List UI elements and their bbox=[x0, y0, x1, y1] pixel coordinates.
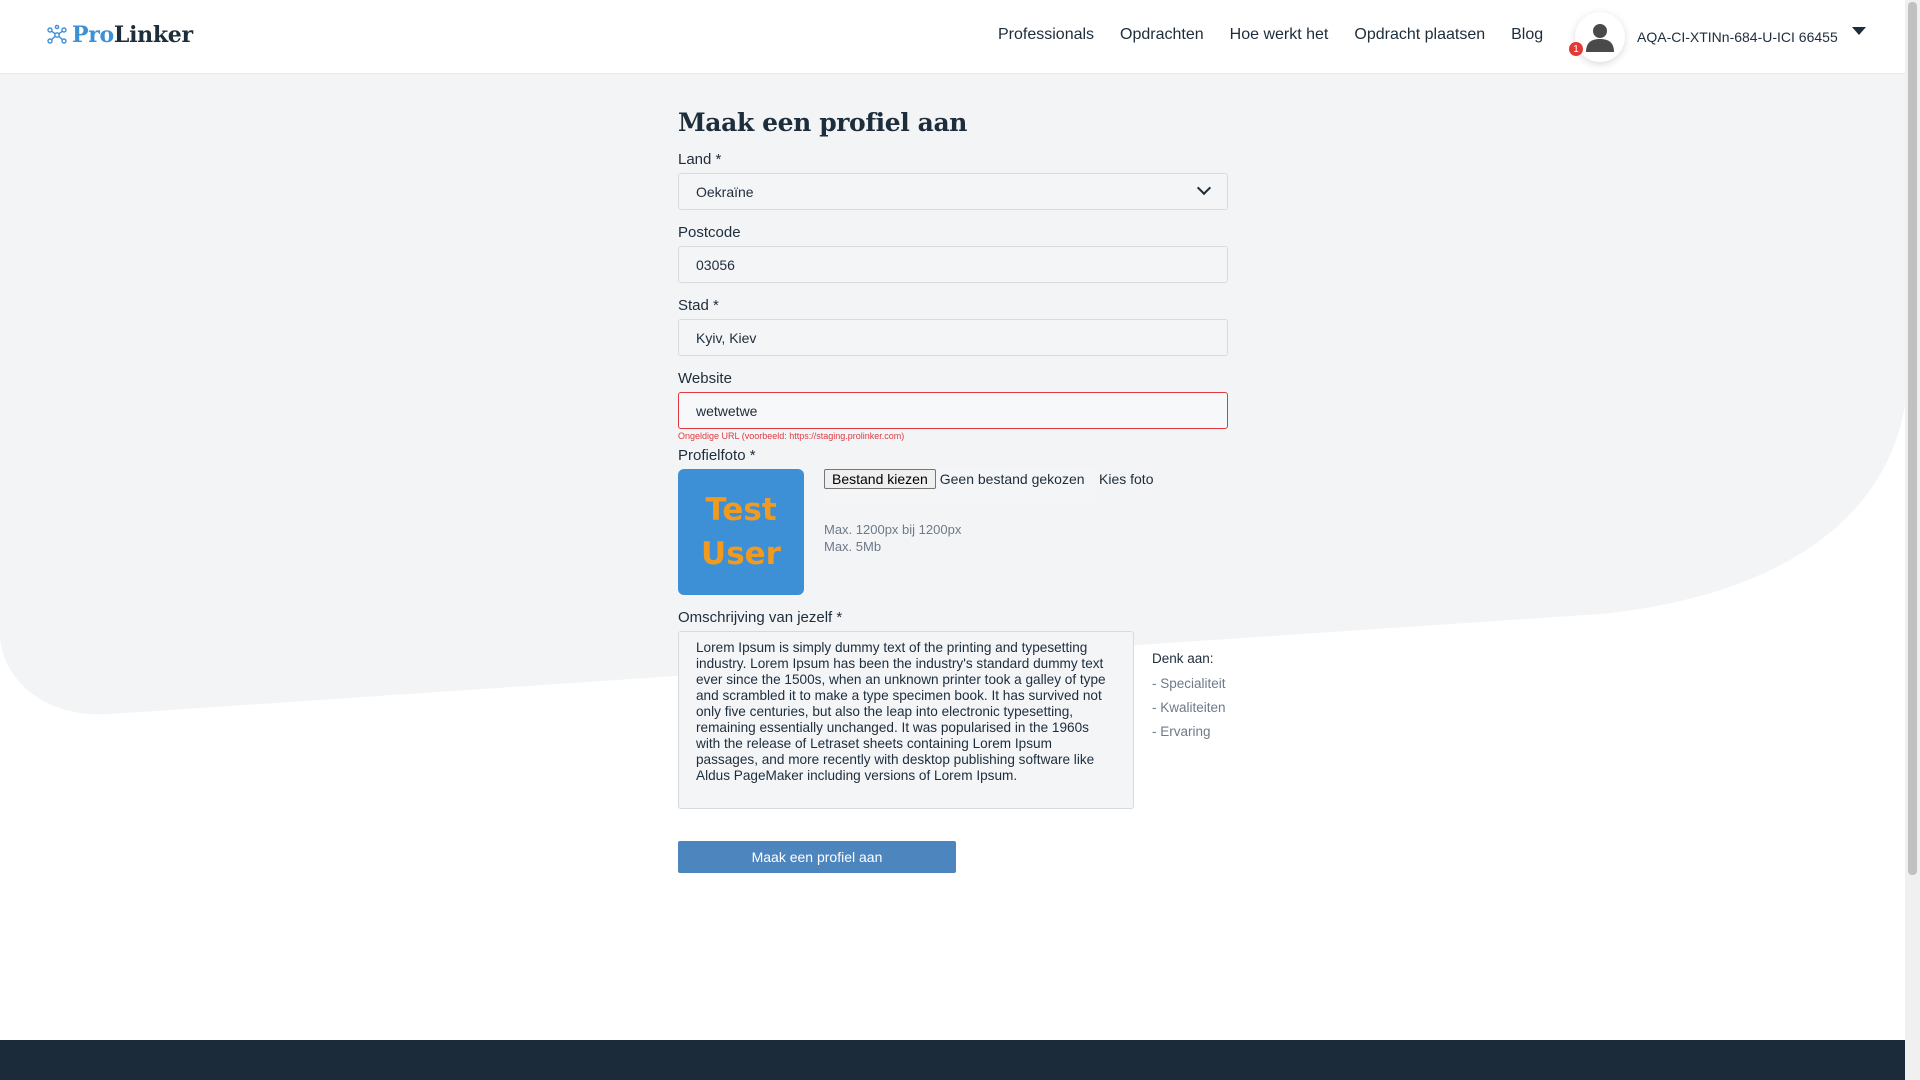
description-label: Omschrijving van jezelf * bbox=[678, 609, 843, 626]
country-group: Land * Oekraïne bbox=[678, 151, 1230, 210]
website-input[interactable]: wetwetwe bbox=[678, 392, 1228, 429]
choose-file-button[interactable]: Bestand kiezen bbox=[824, 469, 936, 489]
description-tips: Denk aan: - Specialiteit - Kwaliteiten -… bbox=[1152, 651, 1226, 744]
logo-linker-text: Linker bbox=[113, 22, 193, 48]
description-textarea[interactable]: Lorem Ipsum is simply dummy text of the … bbox=[678, 631, 1134, 809]
nav-opdrachten[interactable]: Opdrachten bbox=[1120, 26, 1204, 44]
nav-opdracht-plaatsen[interactable]: Opdracht plaatsen bbox=[1354, 26, 1485, 44]
tip-item: - Ervaring bbox=[1152, 724, 1211, 739]
photo-text-line1: Test bbox=[705, 492, 777, 528]
photo-hint-size: Max. 1200px bij 1200px bbox=[824, 522, 962, 537]
country-label: Land * bbox=[678, 151, 722, 168]
photo-group: Profielfoto * Test User Bestand kiezen G… bbox=[678, 447, 1230, 595]
tip-item: - Kwaliteiten bbox=[1152, 700, 1226, 715]
country-select[interactable]: Oekraïne bbox=[678, 173, 1228, 210]
photo-label: Profielfoto * bbox=[678, 447, 756, 464]
nav-blog[interactable]: Blog bbox=[1511, 26, 1543, 44]
no-file-chosen-text: Geen bestand gekozen bbox=[939, 471, 1085, 487]
website-group: Website wetwetwe Ongeldige URL (voorbeel… bbox=[678, 370, 1230, 441]
photo-text-line2: User bbox=[701, 536, 781, 572]
create-profile-form: Maak een profiel aan Land * Oekraïne Pos… bbox=[678, 108, 1230, 873]
postcode-group: Postcode 03056 bbox=[678, 224, 1230, 283]
logo-icon bbox=[47, 24, 67, 44]
description-group: Omschrijving van jezelf * Lorem Ipsum is… bbox=[678, 609, 1230, 809]
city-group: Stad * Kyiv, Kiev bbox=[678, 297, 1230, 356]
postcode-input[interactable]: 03056 bbox=[678, 246, 1228, 283]
nav-professionals[interactable]: Professionals bbox=[998, 26, 1094, 44]
caret-down-icon[interactable] bbox=[1851, 27, 1866, 35]
logo-pro-text: Pro bbox=[72, 22, 114, 48]
photo-hint-weight: Max. 5Mb bbox=[824, 539, 882, 554]
nav-hoe-werkt-het[interactable]: Hoe werkt het bbox=[1230, 26, 1329, 44]
country-value: Oekraïne bbox=[696, 183, 754, 200]
page-title: Maak een profiel aan bbox=[678, 108, 968, 137]
vertical-scrollbar[interactable] bbox=[1905, 0, 1920, 1080]
user-icon bbox=[1586, 24, 1614, 52]
website-value: wetwetwe bbox=[696, 402, 758, 419]
notification-badge: 1 bbox=[1569, 42, 1583, 56]
username[interactable]: AQA-CI-XTINn-684-U-ICI 66455 bbox=[1637, 29, 1838, 45]
user-menu[interactable]: 1 AQA-CI-XTINn-684-U-ICI 66455 bbox=[1569, 12, 1866, 62]
website-error-message: Ongeldige URL (voorbeeld: https://stagin… bbox=[678, 431, 905, 441]
main-nav: Professionals Opdrachten Hoe werkt het O… bbox=[998, 26, 1543, 44]
avatar[interactable]: 1 bbox=[1569, 12, 1625, 62]
chevron-down-icon bbox=[1196, 180, 1212, 196]
prolinker-logo[interactable]: ProLinker bbox=[46, 22, 193, 48]
scrollbar-thumb[interactable] bbox=[1908, 2, 1917, 875]
city-value: Kyiv, Kiev bbox=[696, 329, 757, 346]
postcode-value: 03056 bbox=[696, 256, 735, 273]
choose-photo-link[interactable]: Kies foto bbox=[1099, 471, 1153, 487]
tip-item: - Specialiteit bbox=[1152, 676, 1226, 691]
profile-photo-preview: Test User bbox=[678, 469, 804, 595]
city-input[interactable]: Kyiv, Kiev bbox=[678, 319, 1228, 356]
page-footer bbox=[0, 1040, 1905, 1080]
website-label: Website bbox=[678, 370, 732, 387]
postcode-label: Postcode bbox=[678, 224, 741, 241]
create-profile-button[interactable]: Maak een profiel aan bbox=[678, 841, 956, 873]
photo-hint: Max. 1200px bij 1200px Max. 5Mb bbox=[824, 521, 961, 555]
file-input[interactable]: Bestand kiezen Geen bestand gekozen bbox=[824, 469, 1096, 505]
tips-title: Denk aan: bbox=[1152, 651, 1214, 666]
city-label: Stad * bbox=[678, 297, 719, 314]
top-header: ProLinker Professionals Opdrachten Hoe w… bbox=[0, 0, 1905, 74]
